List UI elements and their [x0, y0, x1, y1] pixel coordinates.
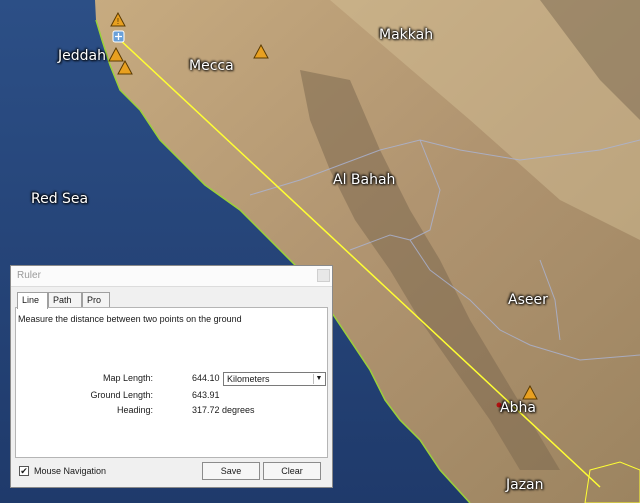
ruler-titlebar[interactable]: Ruler	[11, 266, 332, 287]
tab-path[interactable]: Path	[48, 292, 82, 308]
ground-length-value: 643.91	[192, 390, 220, 400]
close-icon[interactable]	[317, 269, 330, 282]
place-label-mecca: Mecca	[189, 58, 234, 74]
ground-length-label: Ground Length:	[90, 390, 153, 400]
unit-select-value: Kilometers	[227, 374, 270, 384]
svg-text:!: !	[116, 17, 119, 26]
map-length-label: Map Length:	[102, 373, 153, 383]
heading-label: Heading:	[116, 405, 153, 415]
tab-line[interactable]: Line	[17, 292, 48, 309]
ruler-description: Measure the distance between two points …	[18, 314, 242, 324]
place-label-abha: Abha	[500, 400, 536, 416]
place-label-makkah: Makkah	[379, 27, 434, 43]
place-label-aseer: Aseer	[508, 292, 548, 308]
airport-icon[interactable]	[112, 30, 125, 43]
ruler-panel: Measure the distance between two points …	[15, 307, 328, 458]
place-label-red-sea: Red Sea	[31, 191, 89, 207]
ruler-title: Ruler	[17, 270, 41, 281]
mouse-navigation-label: Mouse Navigation	[34, 466, 107, 476]
place-label-jeddah: Jeddah	[58, 48, 106, 64]
map-length-value: 644.10	[192, 373, 220, 383]
place-label-jazan: Jazan	[506, 477, 544, 493]
place-label-al-bahah: Al Bahah	[333, 172, 396, 188]
clear-button[interactable]: Clear	[263, 462, 321, 480]
chevron-down-icon[interactable]: ▼	[313, 374, 324, 384]
ruler-dialog: Ruler Line Path Pro Measure the distance…	[10, 265, 333, 488]
tab-pro[interactable]: Pro	[82, 292, 110, 308]
unit-select[interactable]: Kilometers ▼	[223, 372, 326, 386]
ruler-footer: ✔ Mouse Navigation Save Clear	[11, 458, 332, 488]
save-button[interactable]: Save	[202, 462, 260, 480]
heading-value: 317.72 degrees	[192, 405, 255, 415]
mouse-navigation-checkbox[interactable]: ✔	[19, 466, 29, 476]
